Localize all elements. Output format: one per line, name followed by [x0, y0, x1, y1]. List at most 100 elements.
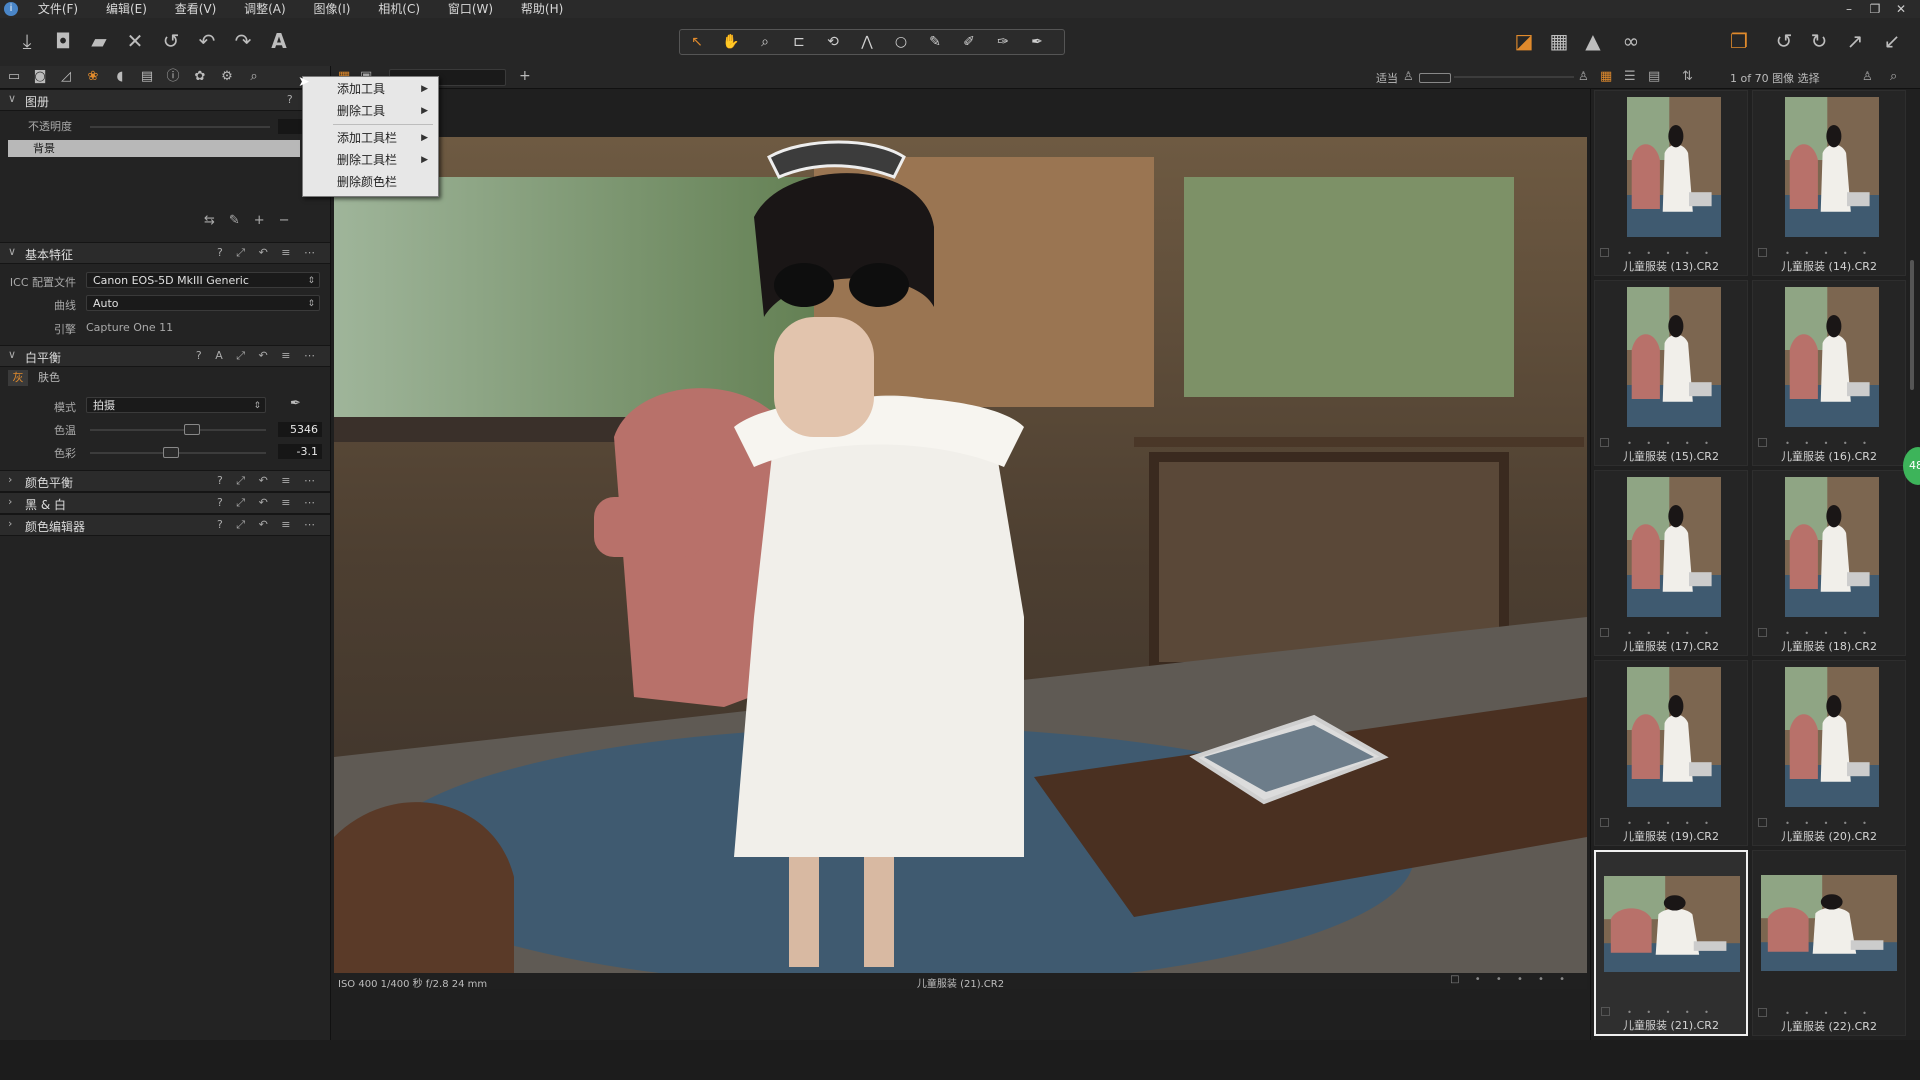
menu-add-tool[interactable]: 添加工具 ▶: [303, 79, 438, 99]
rotate-tool-icon[interactable]: ⟲: [816, 30, 850, 54]
keystone-tool-icon[interactable]: ⋀: [850, 30, 884, 54]
black-white-header[interactable]: › 黑 & 白 ? ⤢ ↶ ≡ ⋯: [0, 492, 330, 514]
section-tools-icon[interactable]: ? ⤢ ↶ ≡ ⋯: [217, 474, 320, 488]
undo-all-icon[interactable]: ↺: [156, 26, 186, 56]
thumbnail-rating[interactable]: • • • • •: [1753, 249, 1905, 258]
exposure-tab-icon[interactable]: ◖: [110, 69, 130, 85]
output-icon[interactable]: ↙: [1877, 26, 1907, 56]
thumbnail-rating[interactable]: • • • • •: [1596, 1008, 1746, 1017]
menu-camera[interactable]: 相机(C): [366, 0, 432, 18]
thumbnail-item[interactable]: • • • • • 儿童服装 (16).CR2: [1752, 280, 1906, 466]
kelvin-slider[interactable]: [90, 429, 266, 431]
layer-actions-icon[interactable]: ⇆✎+−: [204, 213, 304, 228]
section-tools-icon[interactable]: ? ⤢ ↶ ≡ ⋯: [217, 246, 320, 260]
kelvin-value[interactable]: 5346: [278, 422, 322, 437]
zoom-slider[interactable]: [1454, 76, 1574, 78]
search-icon[interactable]: ⌕: [1890, 69, 1897, 84]
thumbnail-view-icon[interactable]: ▦: [1600, 69, 1612, 84]
thumbnail-rating[interactable]: • • • • •: [1753, 629, 1905, 638]
library-tab-icon[interactable]: ▭: [4, 69, 24, 85]
browser-scrollbar[interactable]: [1910, 260, 1914, 390]
lens-tab-icon[interactable]: ◿: [56, 69, 76, 85]
filmstrip-view-icon[interactable]: ▤: [1648, 69, 1660, 84]
color-editor-header[interactable]: › 颜色编辑器 ? ⤢ ↶ ≡ ⋯: [0, 514, 330, 536]
tint-value[interactable]: -3.1: [278, 444, 322, 459]
text-icon[interactable]: A: [264, 26, 294, 56]
import-icon[interactable]: ⤓: [12, 26, 42, 56]
sort-icon[interactable]: ⇅: [1682, 69, 1693, 84]
rating-stars[interactable]: □ • • • • •: [1450, 974, 1571, 985]
select-tool-icon[interactable]: ↖: [680, 30, 714, 54]
thumbnail-rating[interactable]: • • • • •: [1753, 819, 1905, 828]
thumbnail-rating[interactable]: • • • • •: [1595, 439, 1747, 448]
process-icon[interactable]: ↗: [1840, 26, 1870, 56]
pan-tool-icon[interactable]: ✋: [714, 30, 748, 54]
thumbnail-rating[interactable]: • • • • •: [1595, 629, 1747, 638]
zoom-toggle[interactable]: [1419, 73, 1451, 83]
layer-item-background[interactable]: 背景: [8, 140, 300, 157]
section-tools-icon[interactable]: ? ⤢ ↶ ≡ ⋯: [217, 496, 320, 510]
camera-icon[interactable]: ◘: [48, 26, 78, 56]
thumbnail-rating[interactable]: • • • • •: [1753, 439, 1905, 448]
menu-remove-color-bar[interactable]: 删除颜色栏: [303, 172, 438, 192]
section-tools-icon[interactable]: ? A ⤢ ↶ ≡ ⋯: [196, 349, 320, 363]
layers-section-header[interactable]: ∨ 图册 ? ⤢: [0, 89, 330, 111]
search-tab-icon[interactable]: ⌕: [244, 69, 264, 85]
thumbnail-item[interactable]: • • • • • 儿童服装 (18).CR2: [1752, 470, 1906, 656]
color-balance-header[interactable]: › 颜色平衡 ? ⤢ ↶ ≡ ⋯: [0, 470, 330, 492]
redo-icon[interactable]: ↷: [228, 26, 258, 56]
thumbnail-rating[interactable]: • • • • •: [1753, 1009, 1905, 1018]
batch-tab-icon[interactable]: ⚙: [217, 69, 237, 85]
opacity-value[interactable]: [278, 119, 302, 134]
main-photo[interactable]: [334, 137, 1587, 973]
zoom-tool-icon[interactable]: ⌕: [748, 30, 782, 54]
menu-remove-toolbar[interactable]: 删除工具栏 ▶: [303, 150, 438, 170]
multi-view-icon[interactable]: ❐: [1724, 26, 1754, 56]
delete-icon[interactable]: ✕: [120, 26, 150, 56]
exposure-warning-icon[interactable]: ◪: [1509, 26, 1539, 56]
add-icon[interactable]: +: [519, 68, 531, 84]
thumbnail-item[interactable]: • • • • • 儿童服装 (17).CR2: [1594, 470, 1748, 656]
crop-tool-icon[interactable]: ⊏: [782, 30, 816, 54]
menu-window[interactable]: 窗口(W): [436, 0, 505, 18]
thumbnail-item[interactable]: • • • • • 儿童服装 (19).CR2: [1594, 660, 1748, 846]
color-tab-icon[interactable]: ❀: [83, 69, 103, 85]
thumbnail-item[interactable]: • • • • • 儿童服装 (14).CR2: [1752, 90, 1906, 276]
opacity-slider[interactable]: [90, 126, 270, 128]
icc-profile-select[interactable]: Canon EOS-5D MkIII Generic ⇕: [86, 272, 320, 288]
thumbnail-item[interactable]: • • • • • 儿童服装 (13).CR2: [1594, 90, 1748, 276]
curve-select[interactable]: Auto ⇕: [86, 295, 320, 311]
kelvin-slider-knob[interactable]: [183, 424, 200, 435]
brush-tool-icon[interactable]: ✎: [918, 30, 952, 54]
grid-icon[interactable]: ▦: [1544, 26, 1574, 56]
folder-icon[interactable]: ▰: [84, 26, 114, 56]
menu-adjust[interactable]: 调整(A): [232, 0, 298, 18]
person-icon[interactable]: ♙: [1862, 69, 1873, 83]
menu-edit[interactable]: 编辑(E): [94, 0, 159, 18]
tint-slider-knob[interactable]: [162, 447, 179, 458]
menu-view[interactable]: 查看(V): [163, 0, 229, 18]
tab-gray[interactable]: 灰: [8, 370, 28, 386]
close-button[interactable]: ✕: [1888, 0, 1914, 18]
menu-remove-tool[interactable]: 删除工具 ▶: [303, 101, 438, 121]
rotate-right-icon[interactable]: ↻: [1804, 26, 1834, 56]
eyedropper-icon[interactable]: ✒: [290, 396, 301, 411]
menu-file[interactable]: 文件(F): [26, 0, 90, 18]
basic-section-header[interactable]: ∨ 基本特征 ? ⤢ ↶ ≡ ⋯: [0, 242, 330, 264]
thumbnail-item[interactable]: • • • • • 儿童服装 (15).CR2: [1594, 280, 1748, 466]
undo-icon[interactable]: ↶: [192, 26, 222, 56]
details-tab-icon[interactable]: ▤: [137, 69, 157, 85]
settings-tab-icon[interactable]: ✿: [190, 69, 210, 85]
minimize-button[interactable]: –: [1836, 0, 1862, 18]
list-view-icon[interactable]: ☰: [1624, 69, 1636, 84]
capture-tab-icon[interactable]: ◙: [30, 69, 50, 85]
thumbnail-rating[interactable]: • • • • •: [1595, 249, 1747, 258]
thumbnail-item[interactable]: • • • • • 儿童服装 (21).CR2: [1594, 850, 1748, 1036]
eraser-tool-icon[interactable]: ✑: [986, 30, 1020, 54]
picker-tool-icon[interactable]: ✒: [1020, 30, 1054, 54]
rotate-left-icon[interactable]: ↺: [1769, 26, 1799, 56]
restore-button[interactable]: ❐: [1862, 0, 1888, 18]
wb-section-header[interactable]: ∨ 白平衡 ? A ⤢ ↶ ≡ ⋯: [0, 345, 330, 367]
menu-add-toolbar[interactable]: 添加工具栏 ▶: [303, 128, 438, 148]
thumbnail-item[interactable]: • • • • • 儿童服装 (20).CR2: [1752, 660, 1906, 846]
